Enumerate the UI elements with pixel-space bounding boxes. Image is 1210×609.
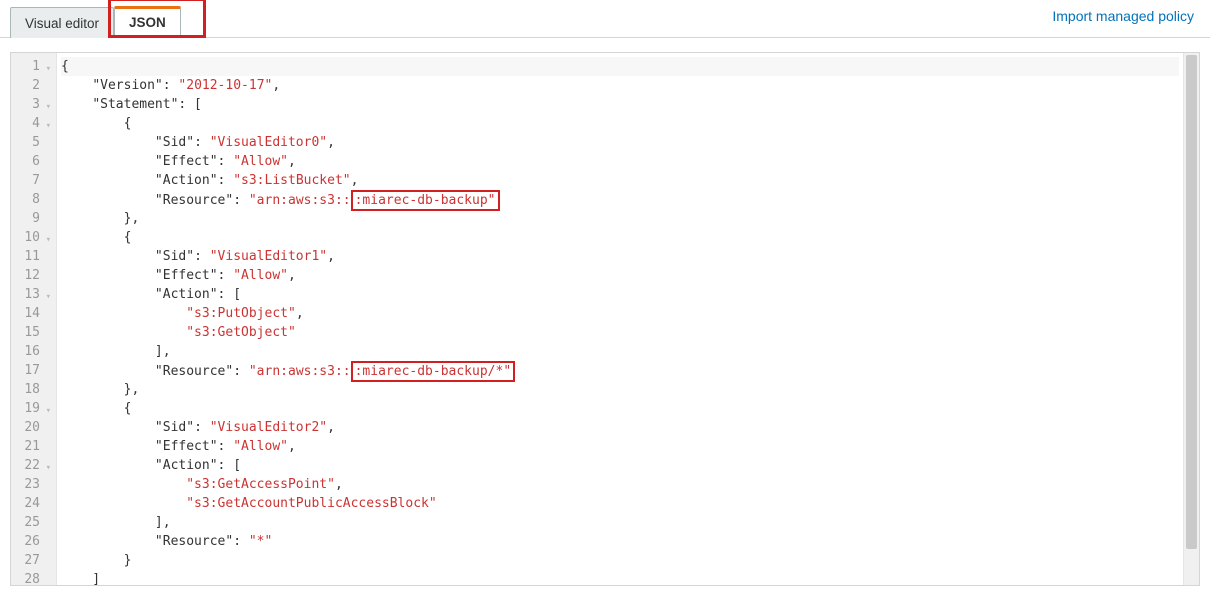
gutter-line: 27: [15, 551, 50, 570]
gutter-line: 11: [15, 247, 50, 266]
code-line[interactable]: {: [61, 399, 1179, 418]
code-line[interactable]: "Effect": "Allow",: [61, 152, 1179, 171]
import-managed-policy-link[interactable]: Import managed policy: [1052, 8, 1194, 30]
code-line[interactable]: ],: [61, 513, 1179, 532]
gutter-line: 14: [15, 304, 50, 323]
gutter-line: 26: [15, 532, 50, 551]
gutter-line: 20: [15, 418, 50, 437]
gutter-line: 6: [15, 152, 50, 171]
gutter-line: 24: [15, 494, 50, 513]
gutter-line: 28: [15, 570, 50, 589]
code-line[interactable]: "Statement": [: [61, 95, 1179, 114]
code-line[interactable]: {: [61, 228, 1179, 247]
code-line[interactable]: "Effect": "Allow",: [61, 266, 1179, 285]
tab-json[interactable]: JSON: [114, 6, 181, 38]
code-line[interactable]: "Action": [: [61, 456, 1179, 475]
code-line[interactable]: {: [61, 114, 1179, 133]
code-line[interactable]: "Version": "2012-10-17",: [61, 76, 1179, 95]
code-line[interactable]: "Resource": "*": [61, 532, 1179, 551]
gutter-line: 10▾: [15, 228, 50, 247]
highlighted-resource: :miarec-db-backup": [351, 190, 500, 211]
gutter-line: 16: [15, 342, 50, 361]
gutter-line: 25: [15, 513, 50, 532]
editor-gutter: 1▾23▾4▾5678910▾111213▾141516171819▾20212…: [11, 53, 57, 585]
code-line[interactable]: "Sid": "VisualEditor2",: [61, 418, 1179, 437]
code-line[interactable]: "Sid": "VisualEditor0",: [61, 133, 1179, 152]
code-line[interactable]: "Effect": "Allow",: [61, 437, 1179, 456]
gutter-line: 18: [15, 380, 50, 399]
gutter-line: 8: [15, 190, 50, 209]
code-line[interactable]: }: [61, 551, 1179, 570]
tab-visual-editor[interactable]: Visual editor: [10, 7, 114, 38]
gutter-line: 21: [15, 437, 50, 456]
code-line[interactable]: "Sid": "VisualEditor1",: [61, 247, 1179, 266]
gutter-line: 2: [15, 76, 50, 95]
editor-scrollbar[interactable]: [1183, 53, 1199, 585]
code-line[interactable]: "s3:GetObject": [61, 323, 1179, 342]
gutter-line: 19▾: [15, 399, 50, 418]
gutter-line: 15: [15, 323, 50, 342]
code-line[interactable]: "Action": [: [61, 285, 1179, 304]
code-line[interactable]: "s3:PutObject",: [61, 304, 1179, 323]
code-line[interactable]: },: [61, 209, 1179, 228]
code-line[interactable]: "s3:GetAccountPublicAccessBlock": [61, 494, 1179, 513]
gutter-line: 7: [15, 171, 50, 190]
highlighted-resource: :miarec-db-backup/*": [351, 361, 516, 382]
gutter-line: 4▾: [15, 114, 50, 133]
code-line[interactable]: "Action": "s3:ListBucket",: [61, 171, 1179, 190]
json-editor[interactable]: 1▾23▾4▾5678910▾111213▾141516171819▾20212…: [10, 52, 1200, 586]
gutter-line: 12: [15, 266, 50, 285]
gutter-line: 22▾: [15, 456, 50, 475]
gutter-line: 5: [15, 133, 50, 152]
code-line[interactable]: "s3:GetAccessPoint",: [61, 475, 1179, 494]
gutter-line: 3▾: [15, 95, 50, 114]
code-line[interactable]: {: [61, 57, 1179, 76]
scrollbar-thumb[interactable]: [1186, 55, 1197, 549]
code-line[interactable]: ],: [61, 342, 1179, 361]
gutter-line: 17: [15, 361, 50, 380]
gutter-line: 23: [15, 475, 50, 494]
gutter-line: 1▾: [15, 57, 50, 76]
editor-code[interactable]: { "Version": "2012-10-17", "Statement": …: [57, 53, 1183, 585]
code-line[interactable]: "Resource": "arn:aws:s3:::miarec-db-back…: [61, 190, 1179, 209]
code-line[interactable]: },: [61, 380, 1179, 399]
code-line[interactable]: ]: [61, 570, 1179, 585]
gutter-line: 9: [15, 209, 50, 228]
code-line[interactable]: "Resource": "arn:aws:s3:::miarec-db-back…: [61, 361, 1179, 380]
tabs-row: Visual editor JSON Import managed policy: [0, 0, 1210, 38]
gutter-line: 13▾: [15, 285, 50, 304]
